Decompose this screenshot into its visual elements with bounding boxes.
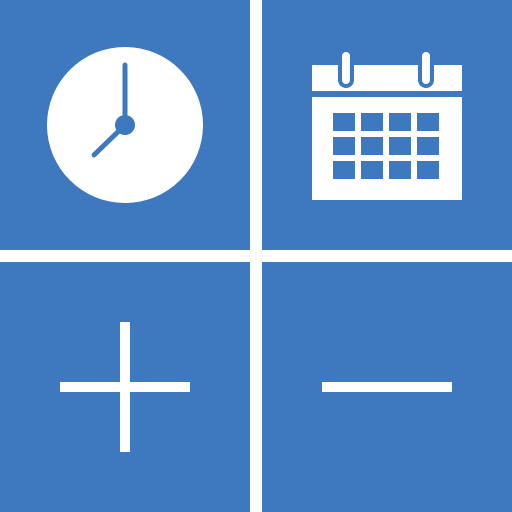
subtract-tile[interactable] bbox=[262, 262, 512, 512]
calendar-tile[interactable] bbox=[262, 0, 512, 250]
clock-tile[interactable] bbox=[0, 0, 250, 250]
tile-grid bbox=[0, 0, 512, 512]
minus-icon bbox=[322, 382, 452, 392]
add-tile[interactable] bbox=[0, 262, 250, 512]
calendar-icon bbox=[312, 48, 462, 200]
plus-icon bbox=[60, 322, 190, 452]
clock-icon bbox=[47, 47, 203, 203]
